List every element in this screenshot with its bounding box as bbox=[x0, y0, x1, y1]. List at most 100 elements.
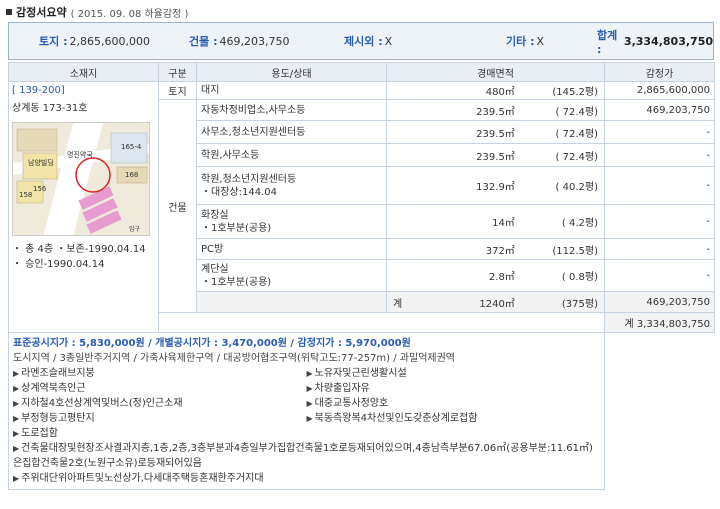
list-item-text: 부정형등고평탄지 bbox=[21, 413, 95, 424]
header-location: 소재지 bbox=[8, 62, 159, 82]
building-use: 학원,청소년지원센터등 ・대장상:144.04 bbox=[196, 166, 387, 205]
table-row: [ 139-200] 상계동 173-31호 남양빌딩 명진약국 156 165… bbox=[8, 81, 715, 333]
building-area: 239.5㎡ bbox=[476, 128, 515, 140]
triangle-icon: ▶ bbox=[306, 414, 313, 423]
building-area-cell: 14㎡ ( 4.2평) bbox=[386, 204, 605, 239]
triangle-icon: ▶ bbox=[13, 384, 20, 393]
building-pyeong: ( 4.2평) bbox=[561, 218, 598, 229]
building-use-main: 학원,사무소등 bbox=[201, 149, 260, 161]
land-price: 2,865,600,000 bbox=[604, 81, 715, 100]
triangle-icon: ▶ bbox=[13, 474, 20, 483]
summary-other-label: 기타 : bbox=[506, 35, 535, 48]
building-use: 사무소,청소년지원센터등 bbox=[196, 120, 387, 144]
notes-row: 표준공시지가 : 5,830,000원 / 개별공시지가 : 3,470,000… bbox=[8, 332, 715, 490]
building-use-sub: ・1호부분(공용) bbox=[201, 276, 272, 288]
title-subtitle: ( 2015. 09. 08 하율감정 ) bbox=[70, 8, 189, 20]
subtotal-area: 1240㎡ bbox=[479, 298, 515, 310]
list-item-text: 건축물대장및현장조사결과지층,1층,2층,3층부분과4층일부가집합건축물1호로등… bbox=[13, 443, 593, 469]
notes-cell: 표준공시지가 : 5,830,000원 / 개별공시지가 : 3,470,000… bbox=[8, 332, 605, 490]
summary-land: 토지 : 2,865,600,000 bbox=[39, 33, 150, 49]
subtotal-area-cell: 계 1240㎡ (375평) bbox=[386, 291, 605, 313]
title-main: 감정서요약 bbox=[16, 6, 67, 19]
building-category: 건물 bbox=[158, 99, 197, 313]
building-use-main: 학원,청소년지원센터등 bbox=[201, 173, 297, 185]
list-item-text: 지하철4호선상계역및버스(정)인근소재 bbox=[21, 398, 183, 409]
land-use: 대지 bbox=[196, 81, 387, 100]
summary-total-label: 합계 : bbox=[597, 28, 618, 56]
building-pyeong: (112.5평) bbox=[552, 245, 598, 257]
triangle-icon: ▶ bbox=[13, 369, 20, 378]
header-price: 감정가 bbox=[604, 62, 715, 82]
map-label-165-4: 165-4 bbox=[121, 143, 142, 151]
header-use: 용도/상태 bbox=[196, 62, 387, 82]
summary-other-value: X bbox=[536, 34, 545, 48]
building-price: - bbox=[604, 238, 715, 260]
map-label-myungjin: 명진약국 bbox=[67, 150, 93, 159]
summary-total-value: 3,334,803,750 bbox=[623, 34, 713, 48]
land-pyeong: (145.2평) bbox=[552, 87, 598, 98]
feature-list: ▶ 라멘조슬래브지붕 ▶ 노유자및근린생활시설 ▶ 상계역북측인근 ▶ 차량출입자유 ▶… bbox=[13, 366, 600, 426]
land-category: 토지 bbox=[158, 81, 197, 100]
zoning-line: 도시지역 / 3종일반주거지역 / 가축사육제한구역 / 대공방어협조구역(위탁… bbox=[13, 353, 456, 364]
building-pyeong: ( 72.4평) bbox=[555, 106, 598, 118]
building-area: 2.8㎡ bbox=[488, 272, 515, 283]
building-area-cell: 239.5㎡ ( 72.4평) bbox=[386, 99, 605, 121]
grand-total-spacer bbox=[158, 312, 605, 333]
building-use-main: 계단실 bbox=[201, 263, 229, 275]
public-price-line: 표준공시지가 : 5,830,000원 / 개별공시지가 : 3,470,000… bbox=[13, 338, 411, 349]
building-use-sub: ・대장상:144.04 bbox=[201, 186, 277, 198]
location-note-approval: ・ 승인-1990.04.14 bbox=[12, 259, 105, 270]
building-price: - bbox=[604, 143, 715, 167]
list-item: ▶ 상계역북측인근 bbox=[13, 381, 307, 396]
list-item-text: 차량출입자유 bbox=[314, 383, 370, 394]
building-area-cell: 2.8㎡ ( 0.8평) bbox=[386, 259, 605, 292]
location-note-floors: ・ 총 4층 ・보존-1990.04.14 bbox=[12, 244, 146, 255]
summary-exclusion: 제시외 : X bbox=[344, 33, 392, 49]
subtotal-label: 계 bbox=[393, 298, 403, 310]
building-use: 화장실 ・1호부분(공용) bbox=[196, 204, 387, 239]
triangle-icon: ▶ bbox=[13, 399, 20, 408]
grand-total: 계 3,334,803,750 bbox=[604, 312, 715, 333]
list-item: ▶ 부정형등고평탄지 bbox=[13, 411, 307, 426]
list-item: ▶ 지하철4호선상계역및버스(정)인근소재 bbox=[13, 396, 307, 411]
building-use: PC방 bbox=[196, 238, 387, 260]
map-label-158: 158 bbox=[19, 191, 32, 199]
summary-total: 합계 : 3,334,803,750 bbox=[597, 27, 713, 56]
summary-building: 건물 : 469,203,750 bbox=[189, 33, 289, 49]
building-use: 계단실 ・1호부분(공용) bbox=[196, 259, 387, 292]
summary-land-value: 2,865,600,000 bbox=[69, 34, 150, 48]
subtotal-price: 469,203,750 bbox=[604, 291, 715, 313]
triangle-icon: ▶ bbox=[306, 384, 313, 393]
list-item-text: 주위대단위아파트및노선상가,다세대주택등혼재한주거지대 bbox=[21, 473, 264, 484]
map-graphic: 남양빌딩 명진약국 156 165-4 168 158 입구 bbox=[13, 123, 149, 235]
building-pyeong: ( 72.4평) bbox=[555, 151, 598, 163]
building-price: 469,203,750 bbox=[604, 99, 715, 121]
location-map[interactable]: 남양빌딩 명진약국 156 165-4 168 158 입구 bbox=[12, 122, 150, 236]
triangle-icon: ▶ bbox=[13, 414, 20, 423]
list-item: ▶ 주위대단위아파트및노선상가,다세대주택등혼재한주거지대 bbox=[13, 471, 600, 486]
building-use-main: PC방 bbox=[201, 243, 224, 255]
building-price: - bbox=[604, 204, 715, 239]
building-use-main: 자동차정비업소,사무소등 bbox=[201, 104, 306, 116]
summary-building-label: 건물 : bbox=[189, 35, 218, 48]
list-item-text: 북동측왕복4차선및인도갖춘상계로접함 bbox=[314, 413, 478, 424]
building-area-cell: 372㎡ (112.5평) bbox=[386, 238, 605, 260]
list-item-text: 도로접함 bbox=[21, 428, 58, 439]
building-pyeong: ( 40.2평) bbox=[555, 182, 598, 193]
summary-building-value: 469,203,750 bbox=[219, 34, 290, 48]
building-area-cell: 239.5㎡ ( 72.4평) bbox=[386, 143, 605, 167]
location-code[interactable]: [ 139-200] bbox=[12, 85, 155, 96]
list-item: ▶ 건축물대장및현장조사결과지층,1층,2층,3층부분과4층일부가집합건축물1호로… bbox=[13, 441, 600, 471]
building-use: 자동차정비업소,사무소등 bbox=[196, 99, 387, 121]
building-area: 239.5㎡ bbox=[476, 106, 515, 118]
location-notes: ・ 총 4층 ・보존-1990.04.14 ・ 승인-1990.04.14 bbox=[12, 242, 155, 272]
list-item-text: 노유자및근린생활시설 bbox=[314, 368, 407, 379]
location-cell: [ 139-200] 상계동 173-31호 남양빌딩 명진약국 156 165… bbox=[8, 81, 159, 333]
list-item: ▶ 차량출입자유 bbox=[307, 381, 601, 396]
list-item: ▶ 대중교통사정양호 bbox=[307, 396, 601, 411]
building-price: - bbox=[604, 120, 715, 144]
building-area: 132.9㎡ bbox=[476, 182, 515, 193]
building-area-cell: 132.9㎡ ( 40.2평) bbox=[386, 166, 605, 205]
header-category: 구분 bbox=[158, 62, 197, 82]
list-item-text: 대중교통사정양호 bbox=[314, 398, 389, 409]
